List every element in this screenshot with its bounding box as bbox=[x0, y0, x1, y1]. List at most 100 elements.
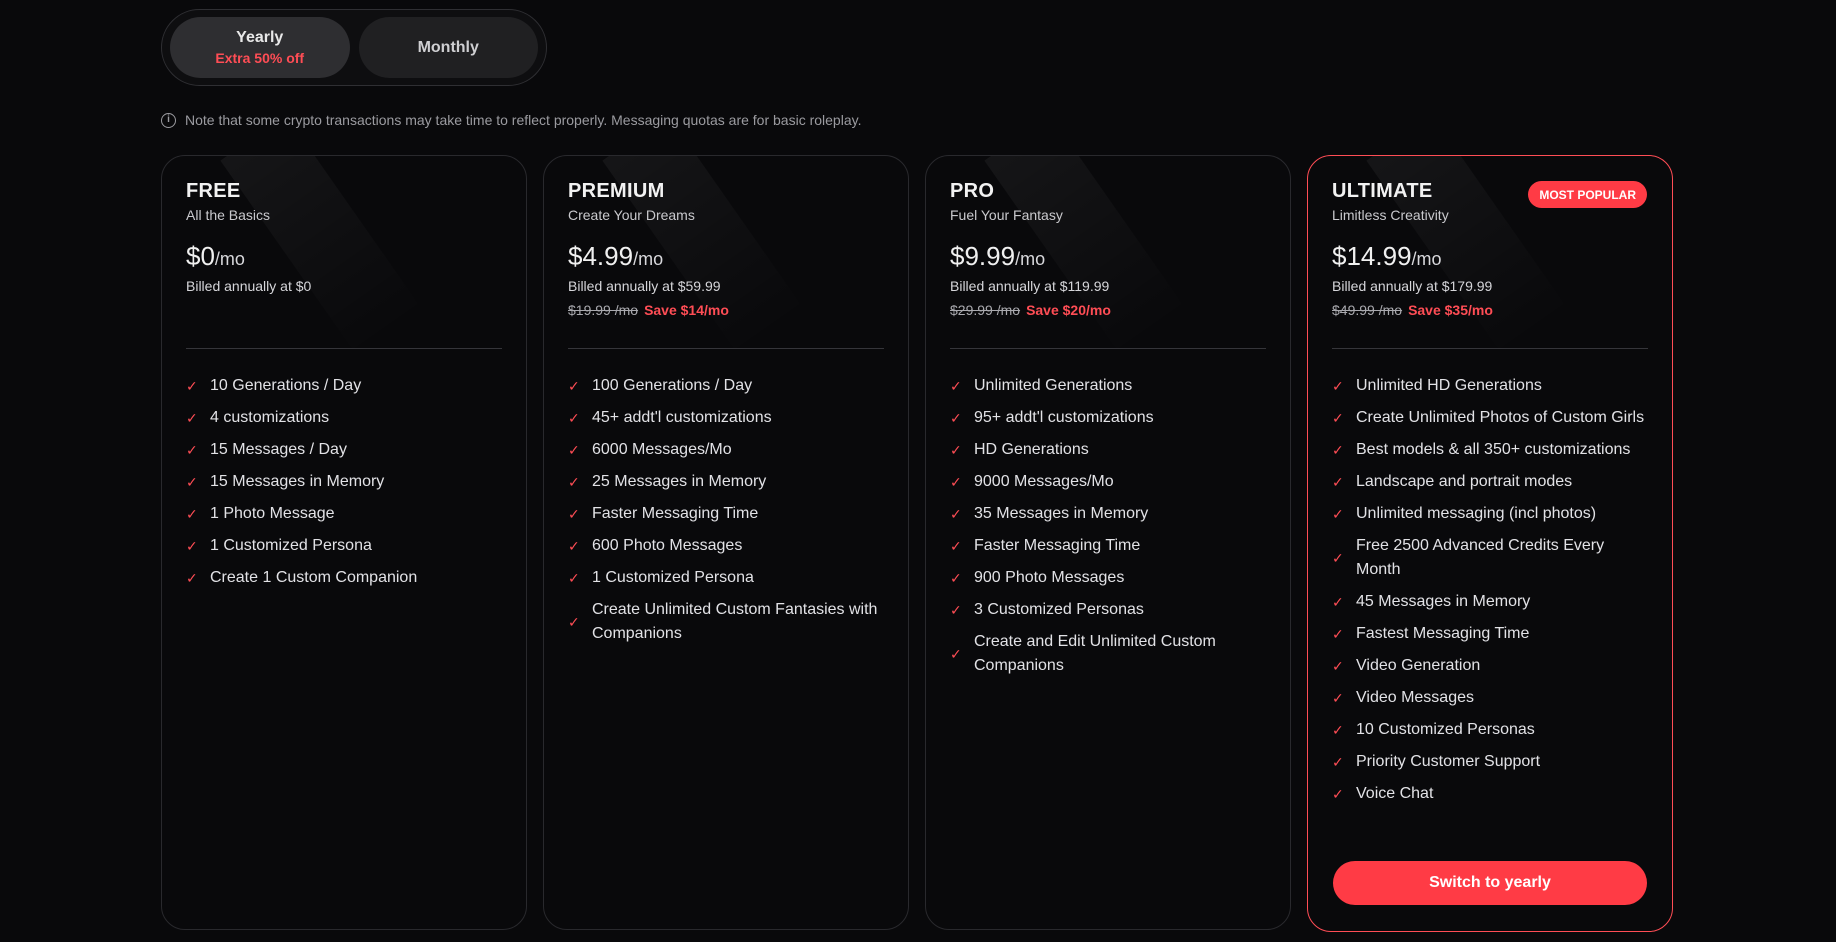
feature-list: ✓ 100 Generations / Day ✓ 45+ addt'l custom… bbox=[568, 374, 884, 654]
feature-item: ✓ 1 Customized Persona bbox=[186, 534, 502, 558]
feature-item: ✓ Video Messages bbox=[1332, 686, 1648, 710]
pricing-page: Yearly Extra 50% off Monthly i Note that… bbox=[0, 0, 1836, 942]
check-icon: ✓ bbox=[1332, 410, 1344, 426]
check-icon: ✓ bbox=[950, 538, 962, 554]
plan-name: PRO bbox=[950, 180, 995, 202]
check-icon: ✓ bbox=[1332, 754, 1344, 770]
discount-row: $19.99 /mo Save $14/mo bbox=[568, 302, 884, 318]
feature-text: Voice Chat bbox=[1356, 785, 1434, 802]
plan-card-ultimate: MOST POPULAR ULTIMATE Limitless Creativi… bbox=[1307, 155, 1673, 932]
plan-name: PREMIUM bbox=[568, 180, 665, 202]
feature-text: 6000 Messages/Mo bbox=[592, 441, 732, 458]
feature-item: ✓ 10 Generations / Day bbox=[186, 374, 502, 398]
original-price: $19.99 /mo bbox=[568, 302, 639, 318]
feature-item: ✓ 100 Generations / Day bbox=[568, 374, 884, 398]
discount-row: $29.99 /mo Save $20/mo bbox=[950, 302, 1266, 318]
feature-item: ✓ Video Generation bbox=[1332, 654, 1648, 678]
check-icon: ✓ bbox=[950, 474, 962, 490]
check-icon: ✓ bbox=[568, 410, 580, 426]
feature-item: ✓ Create 1 Custom Companion bbox=[186, 566, 502, 590]
check-icon: ✓ bbox=[950, 506, 962, 522]
check-icon: ✓ bbox=[1332, 378, 1344, 394]
check-icon: ✓ bbox=[950, 602, 962, 618]
feature-text: 9000 Messages/Mo bbox=[974, 473, 1114, 490]
feature-item: ✓ 45 Messages in Memory bbox=[1332, 590, 1648, 614]
price-period: /mo bbox=[1015, 249, 1046, 269]
yearly-label: Yearly bbox=[236, 29, 284, 46]
plan-name: ULTIMATE bbox=[1332, 180, 1433, 202]
divider bbox=[1332, 348, 1648, 349]
check-icon: ✓ bbox=[950, 646, 962, 662]
feature-item: ✓ 95+ addt'l customizations bbox=[950, 406, 1266, 430]
feature-list: ✓ Unlimited Generations ✓ 95+ addt'l custom… bbox=[950, 374, 1266, 686]
feature-item: ✓ 15 Messages in Memory bbox=[186, 470, 502, 494]
feature-text: 4 customizations bbox=[210, 409, 330, 426]
divider bbox=[950, 348, 1266, 349]
feature-text: Free 2500 Advanced Credits Every Month bbox=[1356, 537, 1605, 578]
check-icon: ✓ bbox=[568, 442, 580, 458]
feature-item: ✓ Fastest Messaging Time bbox=[1332, 622, 1648, 646]
check-icon: ✓ bbox=[568, 614, 580, 630]
switch-to-yearly-button[interactable]: Switch to yearly bbox=[1333, 861, 1647, 905]
check-icon: ✓ bbox=[568, 506, 580, 522]
check-icon: ✓ bbox=[186, 538, 198, 554]
check-icon: ✓ bbox=[1332, 658, 1344, 674]
discount-row: $49.99 /mo Save $35/mo bbox=[1332, 302, 1648, 318]
yearly-toggle-button[interactable]: Yearly Extra 50% off bbox=[170, 17, 350, 78]
crypto-note: i Note that some crypto transactions may… bbox=[161, 112, 861, 128]
feature-item: ✓ Faster Messaging Time bbox=[950, 534, 1266, 558]
feature-text: Create Unlimited Custom Fantasies with C… bbox=[592, 601, 878, 642]
plan-tagline: Create Your Dreams bbox=[568, 207, 695, 223]
check-icon: ✓ bbox=[1332, 722, 1344, 738]
yearly-discount-label: Extra 50% off bbox=[215, 50, 305, 66]
info-icon: i bbox=[161, 112, 176, 128]
savings-label: Save $20/mo bbox=[1026, 302, 1111, 318]
feature-item: ✓ 35 Messages in Memory bbox=[950, 502, 1266, 526]
feature-text: 45+ addt'l customizations bbox=[592, 409, 772, 426]
feature-text: Video Generation bbox=[1356, 657, 1481, 674]
feature-text: Priority Customer Support bbox=[1356, 753, 1541, 770]
plan-price: $14.99/mo bbox=[1332, 241, 1648, 272]
monthly-toggle-button[interactable]: Monthly bbox=[358, 17, 538, 78]
feature-item: ✓ Best models & all 350+ customizations bbox=[1332, 438, 1648, 462]
feature-text: 100 Generations / Day bbox=[592, 377, 753, 394]
feature-text: Faster Messaging Time bbox=[974, 537, 1141, 554]
price-amount: $14.99 bbox=[1332, 241, 1412, 271]
feature-text: Unlimited Generations bbox=[974, 377, 1133, 394]
plan-price: $9.99/mo bbox=[950, 241, 1266, 272]
feature-text: 25 Messages in Memory bbox=[592, 473, 767, 490]
check-icon: ✓ bbox=[1332, 594, 1344, 610]
savings-label: Save $14/mo bbox=[644, 302, 729, 318]
check-icon: ✓ bbox=[568, 570, 580, 586]
feature-item: ✓ 9000 Messages/Mo bbox=[950, 470, 1266, 494]
feature-item: ✓ 25 Messages in Memory bbox=[568, 470, 884, 494]
price-period: /mo bbox=[633, 249, 664, 269]
feature-text: Landscape and portrait modes bbox=[1356, 473, 1573, 490]
feature-list: ✓ 10 Generations / Day ✓ 4 customizations ✓ 1… bbox=[186, 374, 502, 598]
feature-item: ✓ Priority Customer Support bbox=[1332, 750, 1648, 774]
feature-item: ✓ 900 Photo Messages bbox=[950, 566, 1266, 590]
check-icon: ✓ bbox=[950, 410, 962, 426]
check-icon: ✓ bbox=[950, 570, 962, 586]
price-period: /mo bbox=[1411, 249, 1442, 269]
feature-text: Fastest Messaging Time bbox=[1356, 625, 1530, 642]
feature-item: ✓ 1 Photo Message bbox=[186, 502, 502, 526]
feature-item: ✓ 45+ addt'l customizations bbox=[568, 406, 884, 430]
plan-tagline: All the Basics bbox=[186, 207, 271, 223]
feature-text: 1 Photo Message bbox=[210, 505, 335, 522]
original-price: $49.99 /mo bbox=[1332, 302, 1403, 318]
feature-text: Faster Messaging Time bbox=[592, 505, 759, 522]
feature-text: Create and Edit Unlimited Custom Compani… bbox=[974, 633, 1216, 674]
check-icon: ✓ bbox=[1332, 550, 1344, 566]
feature-text: 10 Generations / Day bbox=[210, 377, 362, 394]
feature-item: ✓ Unlimited HD Generations bbox=[1332, 374, 1648, 398]
feature-item: ✓ Create Unlimited Custom Fantasies with … bbox=[568, 598, 884, 646]
check-icon: ✓ bbox=[1332, 506, 1344, 522]
billing-toggle: Yearly Extra 50% off Monthly bbox=[161, 9, 547, 86]
feature-item: ✓ Create Unlimited Photos of Custom Girls bbox=[1332, 406, 1648, 430]
original-price: $29.99 /mo bbox=[950, 302, 1021, 318]
feature-item: ✓ Free 2500 Advanced Credits Every Month bbox=[1332, 534, 1648, 582]
feature-text: 3 Customized Personas bbox=[974, 601, 1144, 618]
feature-text: 1 Customized Persona bbox=[592, 569, 754, 586]
billed-annually-text: Billed annually at $59.99 bbox=[568, 278, 721, 294]
